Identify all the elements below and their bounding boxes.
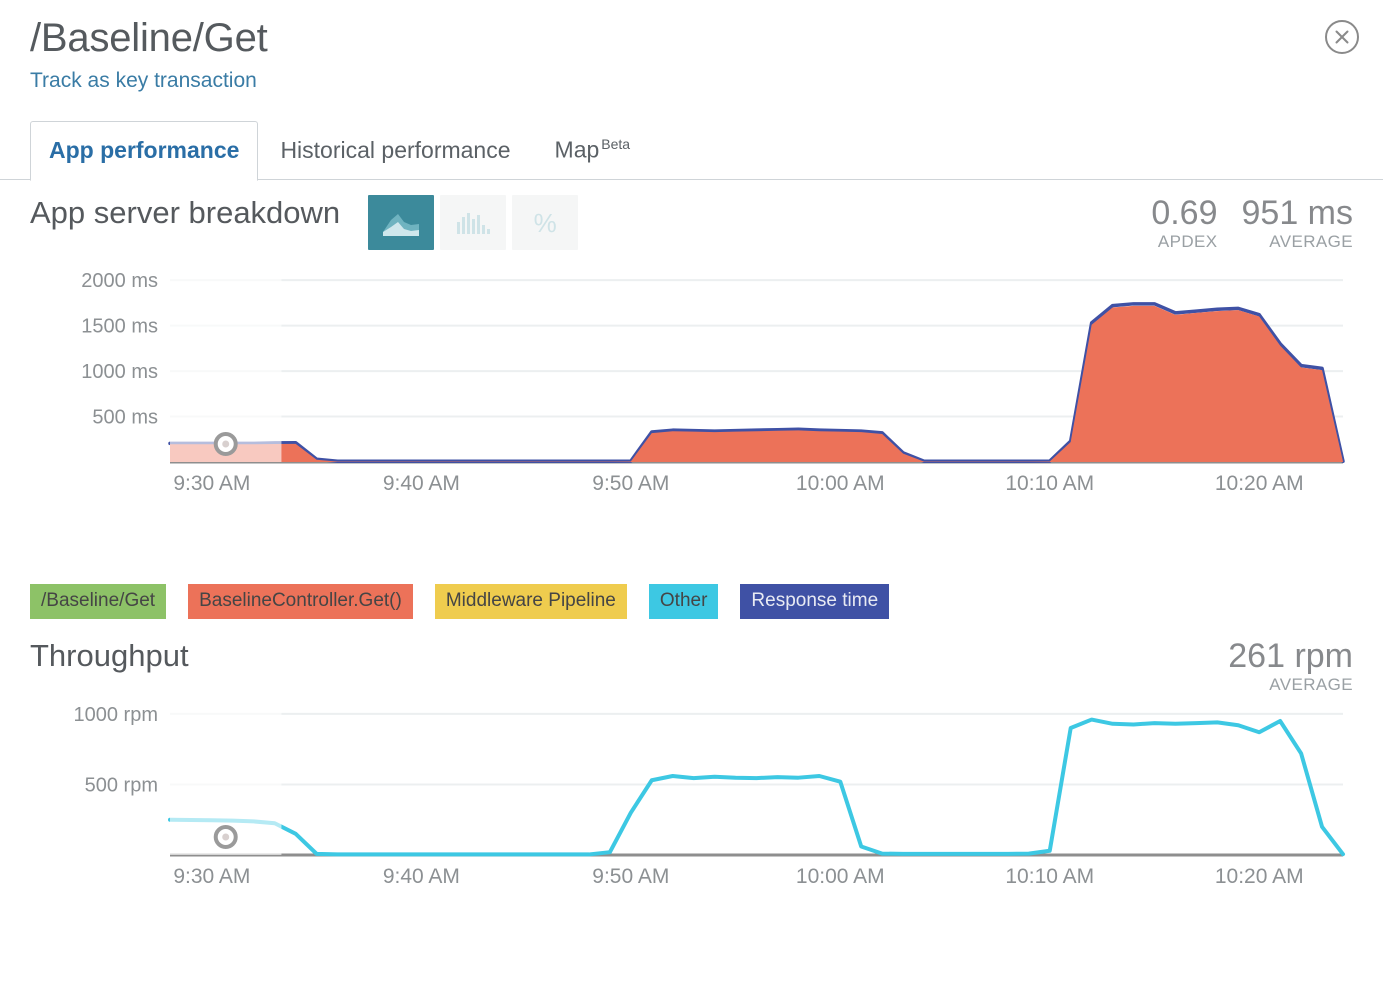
y-axis-tick-label: 1500 ms (81, 316, 158, 338)
x-axis-tick-label: 9:30 AM (173, 865, 250, 888)
x-axis-tick-label: 10:00 AM (796, 472, 885, 495)
x-axis-tick-label: 10:10 AM (1005, 865, 1094, 888)
x-axis-tick-label: 9:40 AM (383, 865, 460, 888)
apdex-value: 0.69 (1151, 194, 1218, 232)
chart-legend: /Baseline/Get BaselineController.Get() M… (0, 584, 1383, 619)
average-label: AVERAGE (1269, 232, 1353, 251)
average-stat: 951 ms AVERAGE (1242, 194, 1354, 252)
legend-item-baseline-get[interactable]: /Baseline/Get (30, 584, 167, 619)
legend-item-other[interactable]: Other (648, 584, 719, 619)
throughput-chart[interactable]: 500 rpm 1000 rpm 9:30 AM 9:40 AM 9:50 AM 10:0… (30, 687, 1353, 902)
throughput-average-value: 261 rpm (1228, 637, 1353, 675)
y-axis-tick-label: 500 rpm (85, 774, 158, 796)
x-axis-tick-label: 9:30 AM (173, 472, 250, 495)
area-chart-icon[interactable] (368, 195, 435, 250)
selection-drag-handle[interactable] (213, 432, 238, 456)
app-breakdown-header: App server breakdown % 0.69 APDEX 951 ms… (30, 194, 1353, 252)
y-axis-tick-label: 500 ms (92, 407, 158, 429)
tab-label: Map (554, 137, 600, 163)
throughput-title: Throughput (30, 638, 189, 673)
x-axis-tick-label: 10:20 AM (1215, 865, 1304, 888)
beta-badge: Beta (601, 136, 631, 153)
legend-item-middleware-pipeline[interactable]: Middleware Pipeline (434, 584, 627, 619)
close-x-glyph (1335, 30, 1349, 44)
x-axis-tick-label: 9:50 AM (592, 865, 669, 888)
legend-item-baselinecontroller-get[interactable]: BaselineController.Get() (188, 584, 413, 619)
y-axis-tick-label: 1000 ms (81, 361, 158, 383)
x-axis-tick-label: 10:20 AM (1215, 472, 1304, 495)
bar-chart-icon[interactable] (440, 195, 507, 250)
apdex-label: APDEX (1157, 232, 1218, 251)
throughput-chart-svg[interactable]: 500 rpm 1000 rpm 9:30 AM 9:40 AM 9:50 AM 10:0… (30, 687, 1353, 902)
tab-bar: App performance Historical performance M… (0, 121, 1383, 181)
area-chart-glyph (383, 213, 420, 236)
legend-item-response-time[interactable]: Response time (740, 584, 890, 619)
app-breakdown-chart[interactable]: 500 ms 1000 ms 1500 ms 2000 ms 9:30 AM 9:40 A… (30, 254, 1353, 514)
page-header: /Baseline/Get Track as key transaction (0, 0, 1383, 94)
track-as-key-transaction-link[interactable]: Track as key transaction (30, 68, 257, 94)
tab-map[interactable]: Map Beta (533, 116, 653, 180)
bar-chart-glyph (457, 212, 491, 234)
selection-drag-handle[interactable] (213, 825, 238, 849)
x-axis-tick-label: 9:40 AM (383, 472, 460, 495)
y-axis-tick-label: 1000 rpm (74, 704, 159, 726)
throughput-panel: Throughput 261 rpm AVERAGE 500 rpm 1000 r… (0, 637, 1383, 902)
x-axis-tick-label: 10:10 AM (1005, 472, 1094, 495)
app-breakdown-chart-svg[interactable]: 500 ms 1000 ms 1500 ms 2000 ms 9:30 AM 9:40 A… (30, 254, 1353, 514)
average-value: 951 ms (1241, 194, 1354, 232)
throughput-header: Throughput 261 rpm AVERAGE (30, 637, 1353, 694)
app-breakdown-stats: 0.69 APDEX 951 ms AVERAGE (1151, 194, 1353, 252)
tab-label: App performance (49, 137, 240, 163)
x-axis-tick-label: 10:00 AM (796, 865, 885, 888)
y-axis-tick-label: 2000 ms (81, 270, 158, 292)
percent-glyph: % (533, 207, 557, 238)
chart-type-toggle-group: % (368, 195, 579, 250)
app-server-breakdown-panel: App server breakdown % 0.69 APDEX 951 ms… (0, 194, 1383, 514)
tab-historical-performance[interactable]: Historical performance (258, 122, 532, 180)
x-axis-tick-label: 9:50 AM (592, 472, 669, 495)
percent-icon[interactable]: % (512, 195, 579, 250)
close-icon[interactable] (1325, 20, 1359, 54)
page-title: /Baseline/Get (30, 16, 268, 60)
app-breakdown-title: App server breakdown (30, 195, 341, 230)
apdex-stat: 0.69 APDEX (1151, 194, 1217, 252)
tab-app-performance[interactable]: App performance (30, 121, 259, 181)
tab-label: Historical performance (280, 137, 511, 163)
